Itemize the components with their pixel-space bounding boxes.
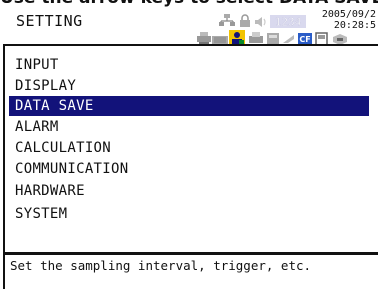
time-text: 20:28:5 (333, 20, 376, 31)
svg-text:CF: CF (299, 35, 310, 44)
menu-item-communication[interactable]: COMMUNICATION (9, 159, 369, 179)
menu-item-display[interactable]: DISPLAY (9, 76, 369, 96)
menu-item-hardware[interactable]: HARDWARE (9, 181, 369, 201)
setting-menu: INPUT DISPLAY DATA SAVE ALARM CALCULATIO… (3, 44, 378, 255)
lock-icon (240, 14, 250, 27)
menu-item-calculation[interactable]: CALCULATION (9, 138, 369, 158)
instruction-caption-text: Use the arrow keys to select DATA SAVE (0, 0, 378, 8)
sound-icon (255, 17, 266, 27)
menu-item-input[interactable]: INPUT (9, 55, 369, 75)
counter-display: 1234 (270, 15, 306, 28)
help-message-text: Set the sampling interval, trigger, etc. (10, 258, 312, 273)
page-title: SETTING (16, 12, 83, 30)
menu-item-data-save[interactable]: DATA SAVE (9, 96, 369, 116)
date-text: 2005/09/2 (321, 9, 376, 20)
menu-item-system[interactable]: SYSTEM (9, 204, 369, 224)
network-icon (219, 14, 235, 26)
help-message-box: Set the sampling interval, trigger, etc. (3, 252, 378, 289)
counter-text: 1234 (275, 16, 302, 29)
menu-item-alarm[interactable]: ALARM (9, 117, 369, 137)
datetime-display: 2005/09/2 20:28:5 (322, 9, 376, 31)
